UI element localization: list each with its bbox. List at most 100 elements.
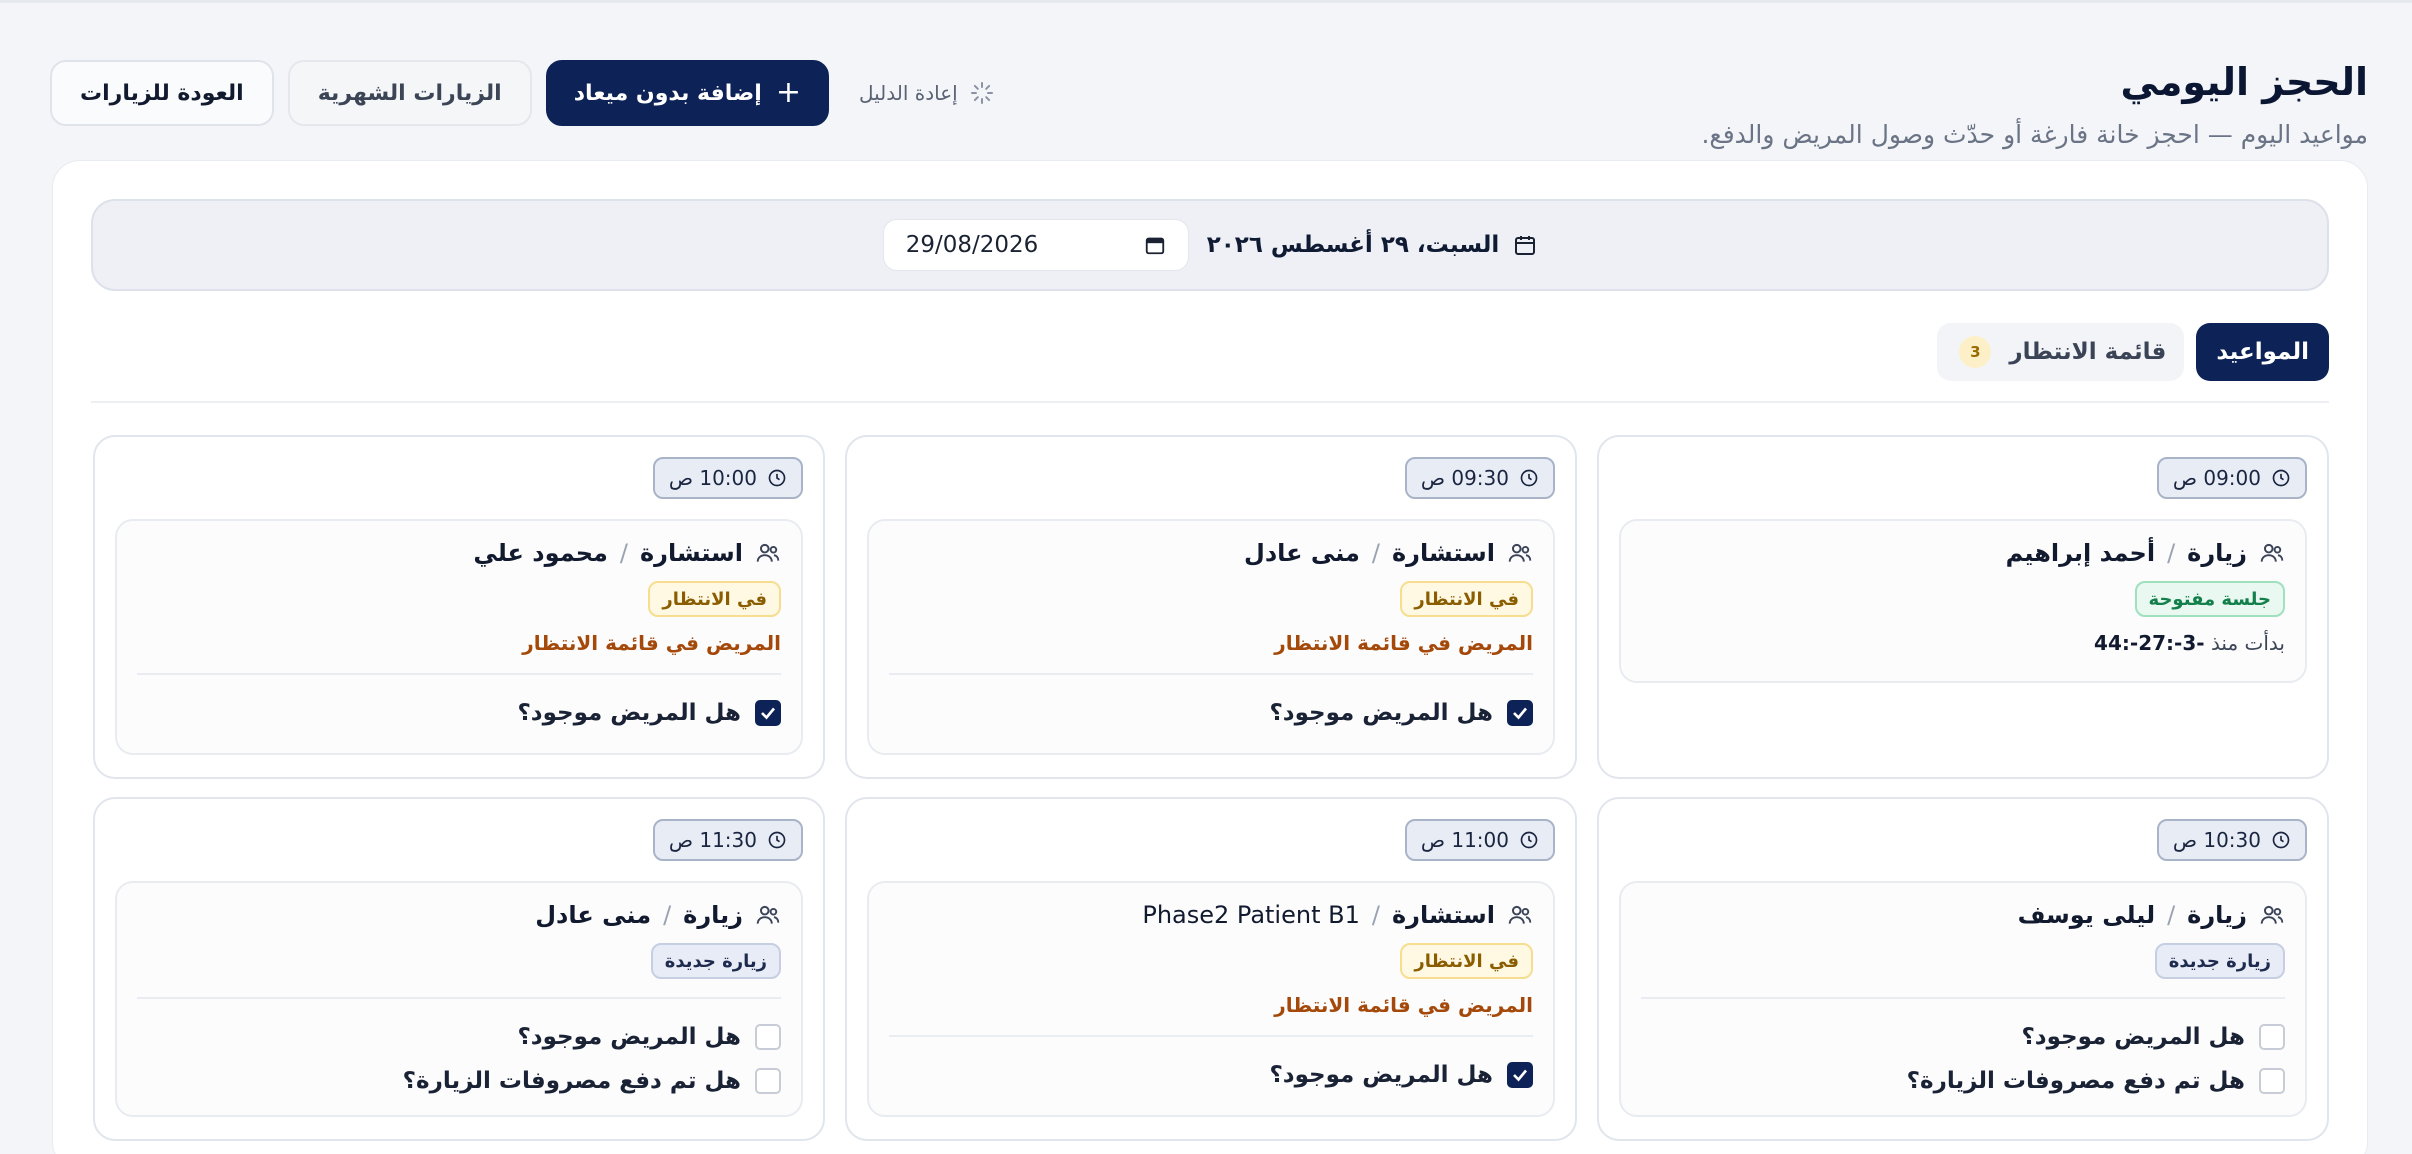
add-walk-in-button[interactable]: + إضافة بدون ميعاد: [545, 60, 829, 126]
clock-icon: [768, 469, 786, 487]
patient-name[interactable]: ليلى يوسف: [2018, 901, 2155, 929]
patient-present-checkbox[interactable]: [1507, 700, 1533, 726]
visit-type: زيارة: [2187, 901, 2247, 929]
reset-guide-label: إعادة الدليل: [858, 81, 958, 105]
users-icon: [756, 543, 780, 562]
slot-time: 11:30 ص: [668, 828, 757, 852]
divider: [1641, 997, 2285, 999]
waiting-note: المريض في قائمة الانتظار: [1274, 631, 1533, 655]
patient-name[interactable]: منى عادل: [535, 901, 651, 929]
top-border: [0, 0, 2412, 3]
slot-card[interactable]: 09:30 ص استشارة / منى عادل في الانتظار ا…: [845, 435, 1577, 779]
slot-card[interactable]: 11:00 ص استشارة / Phase2 Patient B1 في ا…: [845, 797, 1577, 1141]
users-icon: [1508, 905, 1532, 924]
patient-present-label: هل المريض موجود؟: [1269, 700, 1493, 726]
reset-guide-button[interactable]: إعادة الدليل: [843, 60, 1010, 126]
status-badge: في الانتظار: [648, 581, 781, 617]
patient-name[interactable]: محمود علي: [473, 539, 607, 567]
status-badge: جلسة مفتوحة: [2134, 581, 2285, 617]
session-timer: بدأت منذ -3-:27-:44: [1641, 631, 2285, 655]
visit-paid-checkbox[interactable]: [755, 1068, 781, 1094]
separator: /: [2167, 901, 2176, 929]
date-label: السبت، ٢٩ أغسطس ٢٠٢٦: [1207, 232, 1538, 258]
clock-icon: [1520, 469, 1538, 487]
booking-details: زيارة / ليلى يوسف زيارة جديدة هل المريض …: [1619, 881, 2307, 1117]
status-badge: زيارة جديدة: [2154, 943, 2285, 979]
patient-name[interactable]: أحمد إبراهيم: [2006, 539, 2155, 567]
loader-icon: [970, 82, 993, 104]
since-value: -3-:27-:44: [2094, 631, 2205, 655]
visit-type: استشارة: [639, 539, 743, 567]
calendar-picker-icon[interactable]: [1144, 234, 1166, 256]
date-picker-input[interactable]: 29/08/2026: [882, 219, 1189, 271]
visit-type: استشارة: [1391, 539, 1495, 567]
visit-line: استشارة / منى عادل: [889, 539, 1533, 567]
header-actions: العودة للزيارات الزيارات الشهرية + إضافة…: [50, 60, 1010, 126]
slot-card[interactable]: 11:30 ص زيارة / منى عادل زيارة جديدة هل …: [93, 797, 825, 1141]
slot-time: 10:30 ص: [2172, 828, 2261, 852]
patient-present-checkbox[interactable]: [755, 700, 781, 726]
back-to-visits-button[interactable]: العودة للزيارات: [50, 60, 274, 126]
patient-present-label: هل المريض موجود؟: [2021, 1024, 2245, 1050]
users-icon: [1508, 543, 1532, 562]
patient-present-label: هل المريض موجود؟: [517, 700, 741, 726]
patient-present-row[interactable]: هل المريض موجود؟: [137, 691, 781, 735]
status-badge: زيارة جديدة: [650, 943, 781, 979]
clock-icon: [2272, 831, 2290, 849]
time-chip: 10:00 ص: [652, 457, 803, 499]
waiting-note: المريض في قائمة الانتظار: [522, 631, 781, 655]
visit-paid-row[interactable]: هل تم دفع مصروفات الزيارة؟: [137, 1059, 781, 1103]
visit-paid-checkbox[interactable]: [2259, 1068, 2285, 1094]
visit-type: زيارة: [683, 901, 743, 929]
users-icon: [2260, 905, 2284, 924]
slot-time: 09:30 ص: [1420, 466, 1509, 490]
divider: [889, 673, 1533, 675]
tab-waiting-list[interactable]: قائمة الانتظار 3: [1937, 323, 2185, 381]
time-chip: 11:00 ص: [1404, 819, 1555, 861]
patient-present-label: هل المريض موجود؟: [517, 1024, 741, 1050]
clock-icon: [768, 831, 786, 849]
slot-card[interactable]: 10:30 ص زيارة / ليلى يوسف زيارة جديدة هل…: [1597, 797, 2329, 1141]
visit-type: استشارة: [1391, 901, 1495, 929]
visit-paid-label: هل تم دفع مصروفات الزيارة؟: [1906, 1068, 2245, 1094]
patient-present-label: هل المريض موجود؟: [1269, 1062, 1493, 1088]
tab-appointments[interactable]: المواعيد: [2196, 323, 2329, 381]
separator: /: [663, 901, 672, 929]
patient-present-row[interactable]: هل المريض موجود؟: [1641, 1015, 2285, 1059]
visit-line: استشارة / محمود علي: [137, 539, 781, 567]
page-title: الحجز اليومي: [2120, 60, 2368, 104]
calendar-icon: [1515, 236, 1536, 255]
patient-present-row[interactable]: هل المريض موجود؟: [889, 691, 1533, 735]
waiting-count-badge: 3: [1959, 336, 1992, 368]
slot-time: 09:00 ص: [2172, 466, 2261, 490]
visit-paid-row[interactable]: هل تم دفع مصروفات الزيارة؟: [1641, 1059, 2285, 1103]
patient-present-checkbox[interactable]: [1507, 1062, 1533, 1088]
check-icon: [1513, 707, 1528, 720]
time-chip: 09:00 ص: [2156, 457, 2307, 499]
booking-details: استشارة / منى عادل في الانتظار المريض في…: [867, 519, 1555, 755]
date-label-text: السبت، ٢٩ أغسطس ٢٠٢٦: [1206, 232, 1500, 258]
slot-card[interactable]: 09:00 ص زيارة / أحمد إبراهيم جلسة مفتوحة…: [1597, 435, 2329, 779]
waiting-note: المريض في قائمة الانتظار: [1274, 993, 1533, 1017]
add-walk-in-label: إضافة بدون ميعاد: [573, 80, 762, 106]
users-icon: [756, 905, 780, 924]
patient-name[interactable]: منى عادل: [1244, 539, 1360, 567]
patient-present-row[interactable]: هل المريض موجود؟: [889, 1053, 1533, 1097]
time-chip: 10:30 ص: [2156, 819, 2307, 861]
visit-line: استشارة / Phase2 Patient B1: [889, 901, 1533, 929]
patient-present-row[interactable]: هل المريض موجود؟: [137, 1015, 781, 1059]
since-label: بدأت منذ: [2210, 631, 2285, 655]
status-badge: في الانتظار: [1400, 581, 1533, 617]
booking-details: استشارة / Phase2 Patient B1 في الانتظار …: [867, 881, 1555, 1117]
schedule-card: السبت، ٢٩ أغسطس ٢٠٢٦ 29/08/2026 المواعيد…: [52, 160, 2368, 1154]
slot-card[interactable]: 10:00 ص استشارة / محمود علي في الانتظار …: [93, 435, 825, 779]
booking-details: زيارة / أحمد إبراهيم جلسة مفتوحة بدأت من…: [1619, 519, 2307, 683]
monthly-visits-button[interactable]: الزيارات الشهرية: [287, 60, 532, 126]
patient-present-checkbox[interactable]: [755, 1024, 781, 1050]
patient-present-checkbox[interactable]: [2259, 1024, 2285, 1050]
patient-name[interactable]: Phase2 Patient B1: [1142, 901, 1360, 929]
divider: [889, 1035, 1533, 1037]
check-icon: [761, 707, 776, 720]
separator: /: [1371, 901, 1380, 929]
date-bar: السبت، ٢٩ أغسطس ٢٠٢٦ 29/08/2026: [91, 199, 2329, 291]
